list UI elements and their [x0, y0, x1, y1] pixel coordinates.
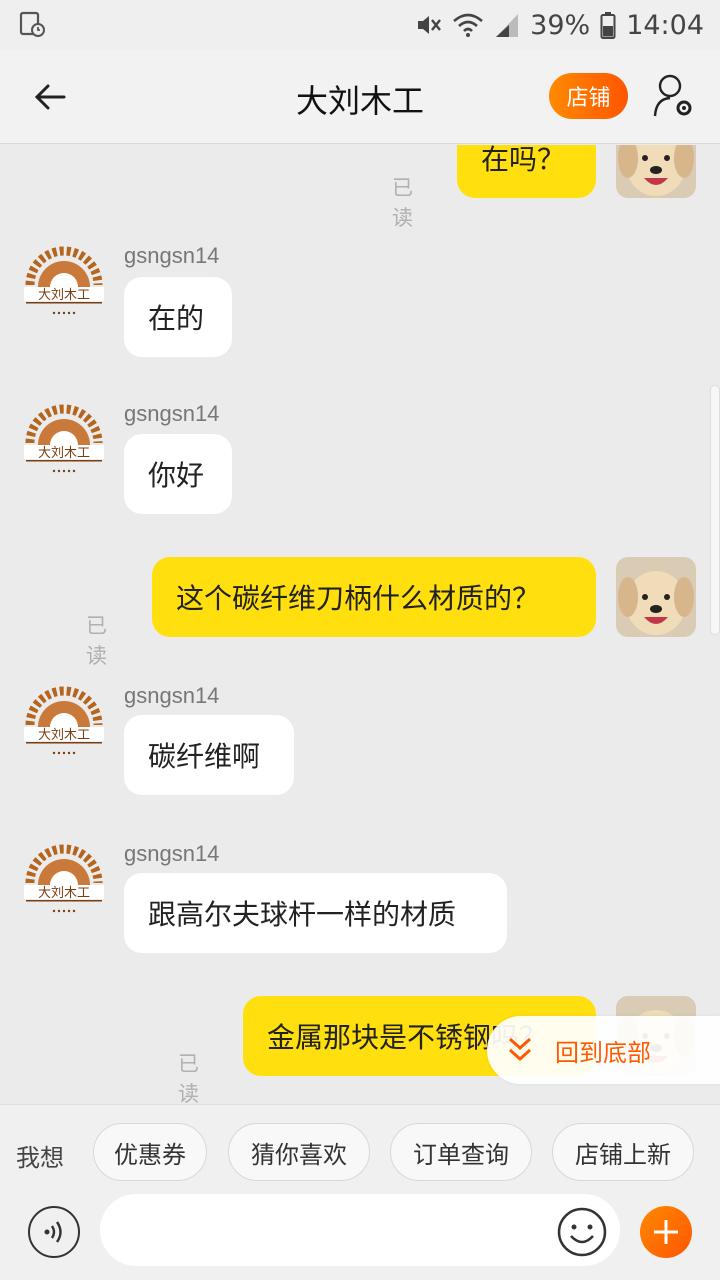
message-input[interactable] — [100, 1194, 620, 1266]
chip-shop-new[interactable]: 店铺上新 — [552, 1123, 694, 1181]
chip-recommend[interactable]: 猜你喜欢 — [228, 1123, 370, 1181]
user-avatar[interactable] — [616, 145, 696, 198]
quick-actions-bar: 我想 优惠券 猜你喜欢 订单查询 店铺上新 — [0, 1104, 720, 1200]
read-receipt: 已读 — [178, 1052, 199, 1103]
voice-icon — [44, 1221, 62, 1243]
shop-logo-text: 大刘木工 — [38, 446, 90, 461]
shop-logo-avatar[interactable]: 大刘木工 — [22, 843, 106, 927]
double-chevron-down-icon — [508, 1037, 532, 1062]
dog-avatar-icon — [616, 145, 696, 198]
shop-button[interactable]: 店铺 — [549, 73, 628, 119]
user-settings-icon[interactable] — [652, 72, 696, 120]
user-avatar[interactable] — [616, 557, 696, 637]
message-bubble[interactable]: 在吗？ — [457, 145, 596, 198]
read-receipt: 已读 — [86, 614, 107, 668]
message-bubble[interactable]: 碳纤维啊 — [124, 715, 294, 795]
voice-input-button[interactable] — [28, 1206, 80, 1258]
shop-logo-avatar[interactable]: 大刘木工 — [22, 403, 106, 487]
clock-time: 14:04 — [626, 9, 704, 41]
message-bubble[interactable]: 这个碳纤维刀柄什么材质的？ — [152, 557, 596, 637]
shop-logo-avatar[interactable]: 大刘木工 — [22, 685, 106, 769]
input-bar — [0, 1194, 720, 1280]
chat-area[interactable]: 已读 在吗？ 大刘木工 gsngsn14 在的 大刘木工 gsngsn14 你好… — [0, 145, 720, 1103]
chat-header: 大刘木工 店铺 — [0, 50, 720, 144]
shop-logo-text: 大刘木工 — [38, 886, 90, 901]
sender-name: gsngsn14 — [124, 683, 220, 708]
mute-icon — [418, 16, 442, 34]
message-bubble[interactable]: 在的 — [124, 277, 232, 357]
emoji-icon[interactable] — [556, 1206, 608, 1258]
sender-name: gsngsn14 — [124, 841, 220, 866]
shop-logo-text: 大刘木工 — [38, 288, 90, 303]
wifi-icon — [453, 13, 484, 37]
quick-actions-label: 我想 — [16, 1144, 64, 1172]
plus-icon — [654, 1220, 678, 1244]
jump-to-bottom-label: 回到底部 — [555, 1038, 651, 1067]
chip-coupon[interactable]: 优惠券 — [93, 1123, 207, 1181]
screen-time-icon — [19, 11, 45, 37]
sender-name: gsngsn14 — [124, 243, 220, 268]
signal-icon — [496, 14, 519, 37]
read-receipt: 已读 — [392, 176, 413, 230]
chip-order-query[interactable]: 订单查询 — [390, 1123, 532, 1181]
dog-avatar-icon — [616, 557, 696, 637]
more-button[interactable] — [640, 1206, 692, 1258]
battery-icon — [600, 12, 616, 39]
sender-name: gsngsn14 — [124, 401, 220, 426]
battery-percent: 39% — [530, 9, 591, 41]
message-bubble[interactable]: 跟高尔夫球杆一样的材质 — [124, 873, 507, 953]
shop-logo-avatar[interactable]: 大刘木工 — [22, 245, 106, 329]
status-bar: 39% 14:04 — [0, 0, 720, 50]
shop-logo-text: 大刘木工 — [38, 728, 90, 743]
message-bubble[interactable]: 你好 — [124, 434, 232, 514]
jump-to-bottom-button[interactable]: 回到底部 — [487, 1016, 720, 1084]
scrollbar[interactable] — [710, 385, 720, 635]
